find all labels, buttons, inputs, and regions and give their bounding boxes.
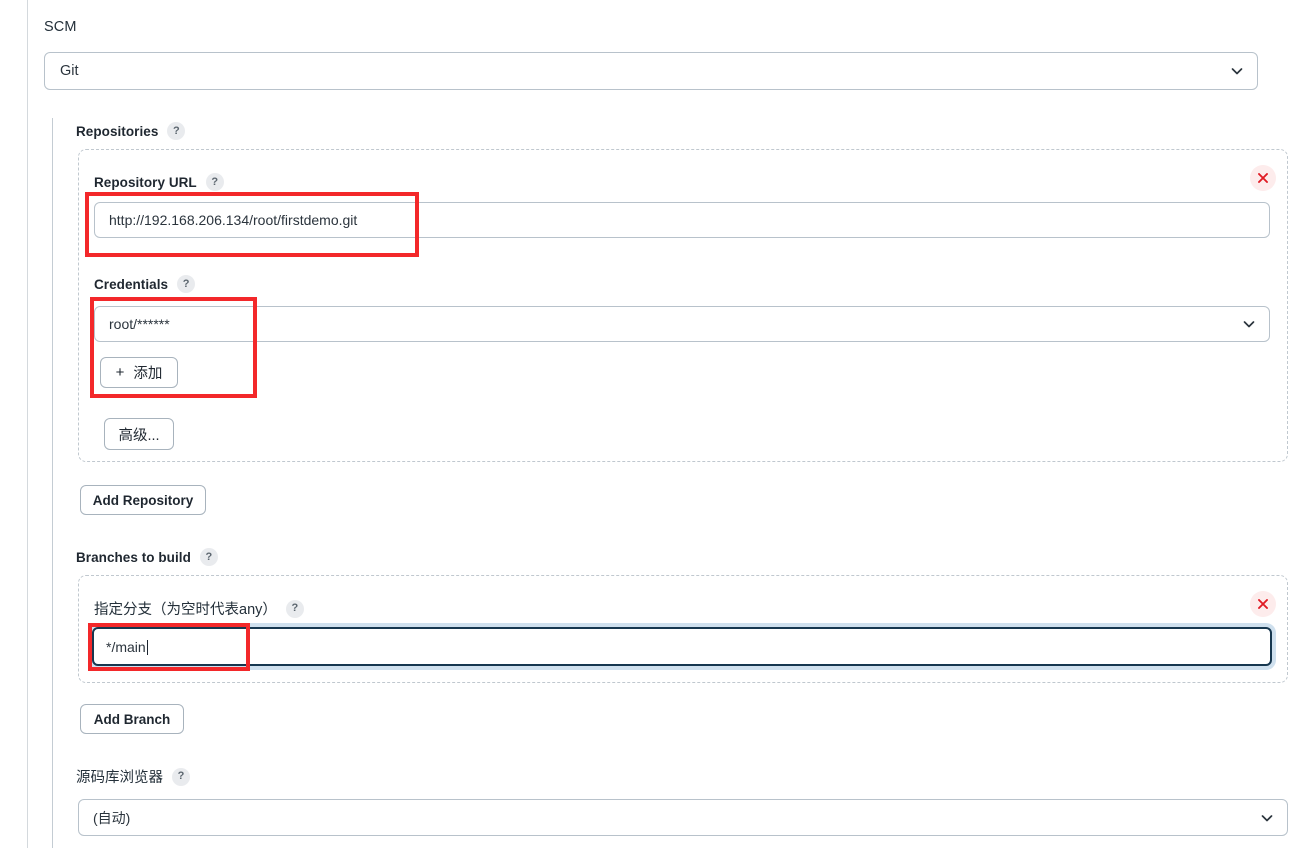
repositories-label: Repositories bbox=[76, 123, 159, 139]
close-icon bbox=[1258, 599, 1268, 609]
help-icon-branch-specifier[interactable]: ? bbox=[285, 599, 304, 618]
scm-select[interactable]: Git bbox=[44, 52, 1258, 90]
repository-url-value: http://192.168.206.134/root/firstdemo.gi… bbox=[109, 212, 358, 228]
scm-configuration-page: SCM Git Repositories ? Repository URL ? … bbox=[0, 0, 1298, 848]
branch-specifier-label: 指定分支（为空时代表any） bbox=[94, 602, 277, 618]
help-icon-repository-browser[interactable]: ? bbox=[172, 767, 190, 786]
credentials-label: Credentials bbox=[94, 276, 169, 292]
scm-select-value: Git bbox=[60, 63, 79, 79]
repository-browser-value: (自动) bbox=[93, 809, 131, 826]
credentials-select[interactable]: root/****** bbox=[94, 306, 1270, 342]
remove-repository-button[interactable] bbox=[1250, 165, 1276, 191]
credentials-label-group: Credentials ? bbox=[94, 275, 196, 293]
add-branch-button[interactable]: Add Branch bbox=[80, 704, 184, 734]
branch-specifier-input[interactable]: */main bbox=[92, 627, 1272, 666]
plus-icon: + bbox=[115, 364, 125, 381]
help-icon-credentials[interactable]: ? bbox=[177, 275, 196, 293]
branch-specifier-value-wrap: */main bbox=[106, 639, 148, 655]
repository-browser-label: 源码库浏览器 bbox=[76, 770, 163, 786]
add-credentials-button[interactable]: + 添加 bbox=[100, 357, 178, 388]
chevron-down-icon bbox=[1261, 812, 1273, 824]
branches-to-build-label: Branches to build bbox=[76, 549, 191, 565]
repository-browser-select[interactable]: (自动) bbox=[78, 799, 1288, 836]
section-indent-bar bbox=[52, 118, 53, 848]
add-credentials-label: 添加 bbox=[133, 366, 163, 382]
chevron-down-icon bbox=[1231, 65, 1243, 77]
close-icon bbox=[1258, 173, 1268, 183]
chevron-down-icon bbox=[1243, 318, 1255, 330]
scm-label: SCM bbox=[44, 19, 77, 35]
repository-browser-label-group: 源码库浏览器 ? bbox=[76, 766, 190, 787]
page-left-divider bbox=[27, 0, 28, 848]
branches-to-build-label-group: Branches to build ? bbox=[76, 548, 218, 566]
add-repository-button[interactable]: Add Repository bbox=[80, 485, 206, 515]
help-icon-repositories[interactable]: ? bbox=[167, 122, 186, 140]
advanced-button[interactable]: 高级... bbox=[104, 418, 174, 450]
repository-url-label-group: Repository URL ? bbox=[94, 173, 224, 191]
branch-specifier-label-group: 指定分支（为空时代表any） ? bbox=[94, 598, 304, 619]
credentials-value: root/****** bbox=[109, 316, 170, 332]
branch-specifier-value: */main bbox=[106, 638, 146, 655]
repository-url-input[interactable]: http://192.168.206.134/root/firstdemo.gi… bbox=[94, 202, 1270, 238]
repository-url-label: Repository URL bbox=[94, 174, 197, 190]
remove-branch-button[interactable] bbox=[1250, 591, 1276, 617]
help-icon-repository-url[interactable]: ? bbox=[205, 173, 224, 191]
repositories-label-group: Repositories ? bbox=[76, 122, 186, 140]
text-caret bbox=[146, 639, 148, 655]
help-icon-branches[interactable]: ? bbox=[199, 548, 218, 566]
